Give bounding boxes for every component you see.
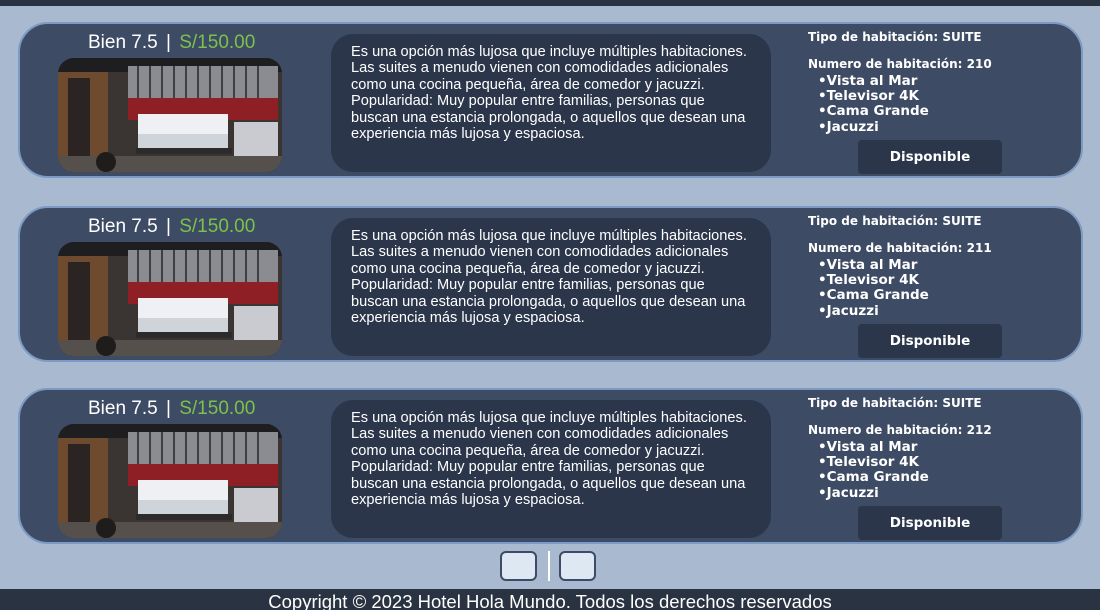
room-price: S/150.00 — [179, 398, 256, 419]
feature-item: Jacuzzi — [818, 303, 1068, 319]
room-info: Tipo de habitación: SUITE Numero de habi… — [808, 214, 1068, 319]
feature-item: Jacuzzi — [818, 119, 1068, 135]
feature-item: Jacuzzi — [818, 485, 1068, 501]
room-card: Bien 7.5 | S/150.00 Es una opción más lu… — [18, 206, 1083, 362]
feature-item: Vista al Mar — [818, 439, 1068, 455]
room-photo[interactable] — [58, 242, 282, 356]
room-card: Bien 7.5 | S/150.00 Es una opción más lu… — [18, 388, 1083, 544]
copyright-text: Copyright © 2023 Hotel Hola Mundo. Todos… — [268, 591, 832, 610]
rating-separator: | — [166, 398, 171, 419]
pagination — [500, 551, 598, 583]
rating-text: Bien 7.5 — [88, 32, 158, 53]
room-photo[interactable] — [58, 424, 282, 538]
rating-price-line: Bien 7.5 | S/150.00 — [88, 32, 255, 54]
room-type: Tipo de habitación: SUITE — [808, 30, 982, 44]
room-type: Tipo de habitación: SUITE — [808, 214, 982, 228]
features-list: Vista al Mar Televisor 4K Cama Grande Ja… — [818, 439, 1068, 501]
room-card: Bien 7.5 | S/150.00 Es una opción más lu… — [18, 22, 1083, 178]
room-price: S/150.00 — [179, 32, 256, 53]
room-photo[interactable] — [58, 58, 282, 172]
availability-button[interactable]: Disponible — [858, 140, 1002, 174]
rating-price-line: Bien 7.5 | S/150.00 — [88, 398, 255, 420]
room-number: Numero de habitación: 210 — [808, 57, 992, 71]
availability-button[interactable]: Disponible — [858, 506, 1002, 540]
room-description: Es una opción más lujosa que incluye múl… — [331, 400, 771, 538]
pagination-divider — [548, 551, 550, 581]
feature-item: Televisor 4K — [818, 455, 1068, 470]
room-description: Es una opción más lujosa que incluye múl… — [331, 218, 771, 356]
rating-text: Bien 7.5 — [88, 216, 158, 237]
footer: Copyright © 2023 Hotel Hola Mundo. Todos… — [0, 589, 1100, 610]
feature-item: Cama Grande — [818, 288, 1068, 303]
room-number: Numero de habitación: 211 — [808, 241, 992, 255]
rating-text: Bien 7.5 — [88, 398, 158, 419]
room-description: Es una opción más lujosa que incluye múl… — [331, 34, 771, 172]
rating-price-line: Bien 7.5 | S/150.00 — [88, 216, 255, 238]
room-info: Tipo de habitación: SUITE Numero de habi… — [808, 30, 1068, 135]
feature-item: Televisor 4K — [818, 273, 1068, 288]
next-page-button[interactable] — [559, 551, 596, 581]
room-number: Numero de habitación: 212 — [808, 423, 992, 437]
features-list: Vista al Mar Televisor 4K Cama Grande Ja… — [818, 73, 1068, 135]
feature-item: Vista al Mar — [818, 257, 1068, 273]
availability-button[interactable]: Disponible — [858, 324, 1002, 358]
top-bar — [0, 0, 1100, 6]
room-price: S/150.00 — [179, 216, 256, 237]
feature-item: Cama Grande — [818, 104, 1068, 119]
features-list: Vista al Mar Televisor 4K Cama Grande Ja… — [818, 257, 1068, 319]
room-info: Tipo de habitación: SUITE Numero de habi… — [808, 396, 1068, 501]
rating-separator: | — [166, 32, 171, 53]
feature-item: Televisor 4K — [818, 89, 1068, 104]
feature-item: Cama Grande — [818, 470, 1068, 485]
room-type: Tipo de habitación: SUITE — [808, 396, 982, 410]
rating-separator: | — [166, 216, 171, 237]
feature-item: Vista al Mar — [818, 73, 1068, 89]
previous-page-button[interactable] — [500, 551, 537, 581]
